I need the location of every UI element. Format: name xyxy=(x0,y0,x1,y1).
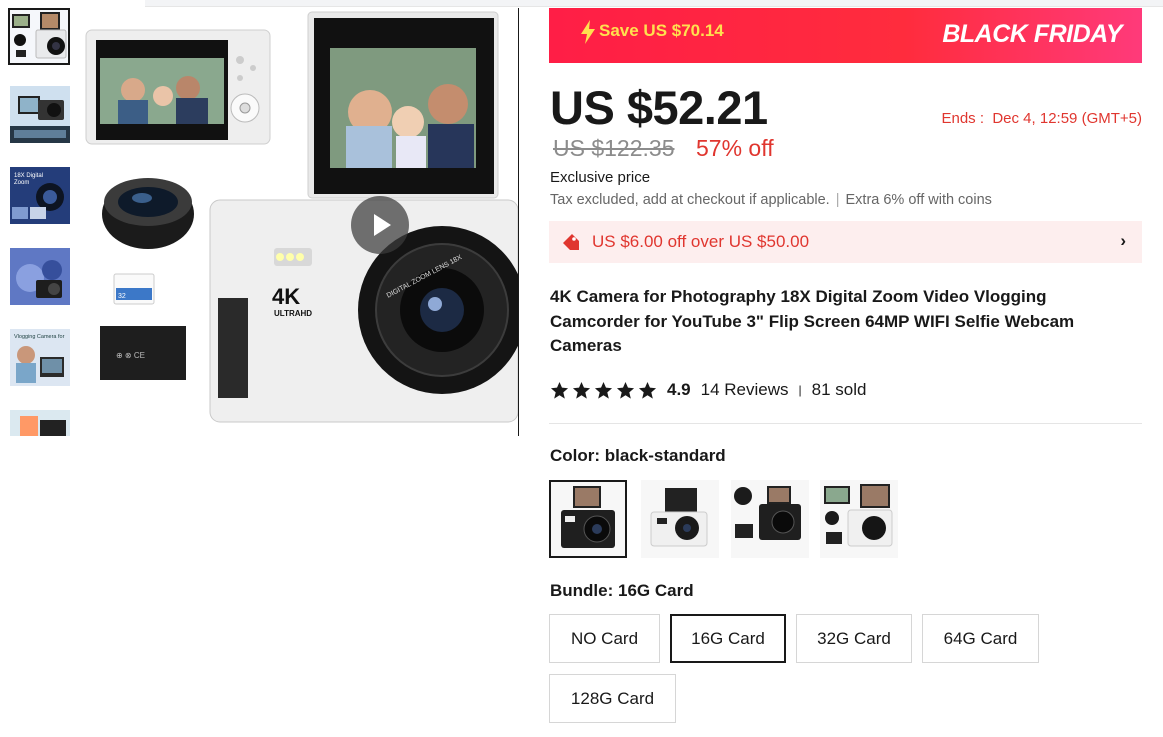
thumbnail-5[interactable]: Vlogging Camera for xyxy=(10,329,70,386)
color-option-2[interactable] xyxy=(641,480,719,558)
bundle-option-no-card[interactable]: NO Card xyxy=(549,614,660,663)
svg-text:32: 32 xyxy=(118,293,126,300)
coupon-bar[interactable]: US $6.00 off over US $50.00 › xyxy=(549,221,1142,263)
top-strip xyxy=(0,0,1163,8)
svg-text:Vlogging Camera for: Vlogging Camera for xyxy=(14,334,65,340)
original-price: US $122.35 xyxy=(553,135,675,161)
reviews-link[interactable]: 14 Reviews xyxy=(701,380,789,400)
star-icon xyxy=(572,381,591,399)
svg-text:⊕ ⊗ CE: ⊕ ⊗ CE xyxy=(116,351,145,360)
top-bar-remnant xyxy=(145,0,1163,7)
thumbnail-3[interactable]: 18X Digital Zoom xyxy=(10,167,70,224)
save-amount: Save US $70.14 xyxy=(599,21,724,40)
discount-percent: 57% off xyxy=(696,135,774,161)
coins-note: Extra 6% off with coins xyxy=(845,192,992,208)
sold-count: 81 sold xyxy=(811,380,867,399)
thumbnail-6[interactable] xyxy=(10,410,70,436)
svg-text:Zoom: Zoom xyxy=(14,180,29,186)
ends-value: Dec 4, 12:59 (GMT+5) xyxy=(992,110,1142,127)
bundle-label: Bundle: 16G Card xyxy=(550,581,694,600)
rating-row: 4.9 14 Reviews | 81 sold xyxy=(550,378,866,402)
thumbnail-4[interactable] xyxy=(10,248,70,305)
separator: | xyxy=(835,192,840,208)
star-icon xyxy=(616,381,635,399)
color-option-3[interactable] xyxy=(731,480,809,558)
black-friday-banner: Save US $70.14 BLACK FRIDAY xyxy=(549,8,1142,63)
camera-black-thumbnail xyxy=(561,486,615,548)
camera-kit-black-thumbnail xyxy=(734,486,801,540)
color-label: Color: black-standard xyxy=(550,446,726,465)
svg-text:18X Digital: 18X Digital xyxy=(14,173,43,179)
color-option-4[interactable] xyxy=(820,480,898,558)
current-price: US $52.21 xyxy=(550,81,768,134)
tax-note-row: Tax excluded, add at checkout if applica… xyxy=(550,192,992,208)
star-rating xyxy=(550,381,657,400)
gallery-divider xyxy=(518,8,519,436)
coupon-tag-icon xyxy=(563,234,579,250)
ends-label: Ends : xyxy=(941,110,984,127)
camera-white-thumbnail xyxy=(650,488,708,547)
play-video-button[interactable] xyxy=(351,196,409,254)
camera-kit-white-thumbnail xyxy=(824,484,893,547)
sale-ends: Ends : Dec 4, 12:59 (GMT+5) xyxy=(941,110,1142,127)
chevron-right-icon[interactable]: › xyxy=(1120,231,1126,251)
main-product-image[interactable]: 32 ⊕ ⊗ CE 4K ULTRAHD DIGITAL ZOOM LENS 1… xyxy=(78,8,518,436)
star-icon xyxy=(550,381,569,399)
thumbnail-1[interactable] xyxy=(8,8,70,65)
svg-text:ULTRAHD: ULTRAHD xyxy=(274,309,312,318)
thumbnail-list: 18X Digital Zoom Vlogging Camera for xyxy=(8,8,72,436)
rating-score: 4.9 xyxy=(667,380,691,399)
bundle-option-64g-card[interactable]: 64G Card xyxy=(922,614,1039,663)
bundle-option-16g-card[interactable]: 16G Card xyxy=(670,614,786,663)
black-friday-label: BLACK FRIDAY xyxy=(942,20,1122,48)
star-icon xyxy=(594,381,613,399)
product-title: 4K Camera for Photography 18X Digital Zo… xyxy=(550,287,1075,355)
divider xyxy=(549,423,1142,424)
svg-text:4K: 4K xyxy=(272,284,300,309)
separator: | xyxy=(798,383,802,397)
lightning-icon xyxy=(581,20,595,44)
coupon-text: US $6.00 off over US $50.00 xyxy=(592,232,810,251)
thumbnail-2[interactable] xyxy=(10,86,70,143)
star-icon xyxy=(638,381,657,399)
bundle-option-32g-card[interactable]: 32G Card xyxy=(796,614,912,663)
exclusive-price-label: Exclusive price xyxy=(550,169,651,186)
color-option-black-standard[interactable] xyxy=(549,480,627,558)
bundle-option-128g-card[interactable]: 128G Card xyxy=(549,674,676,723)
tax-note: Tax excluded, add at checkout if applica… xyxy=(550,192,830,208)
